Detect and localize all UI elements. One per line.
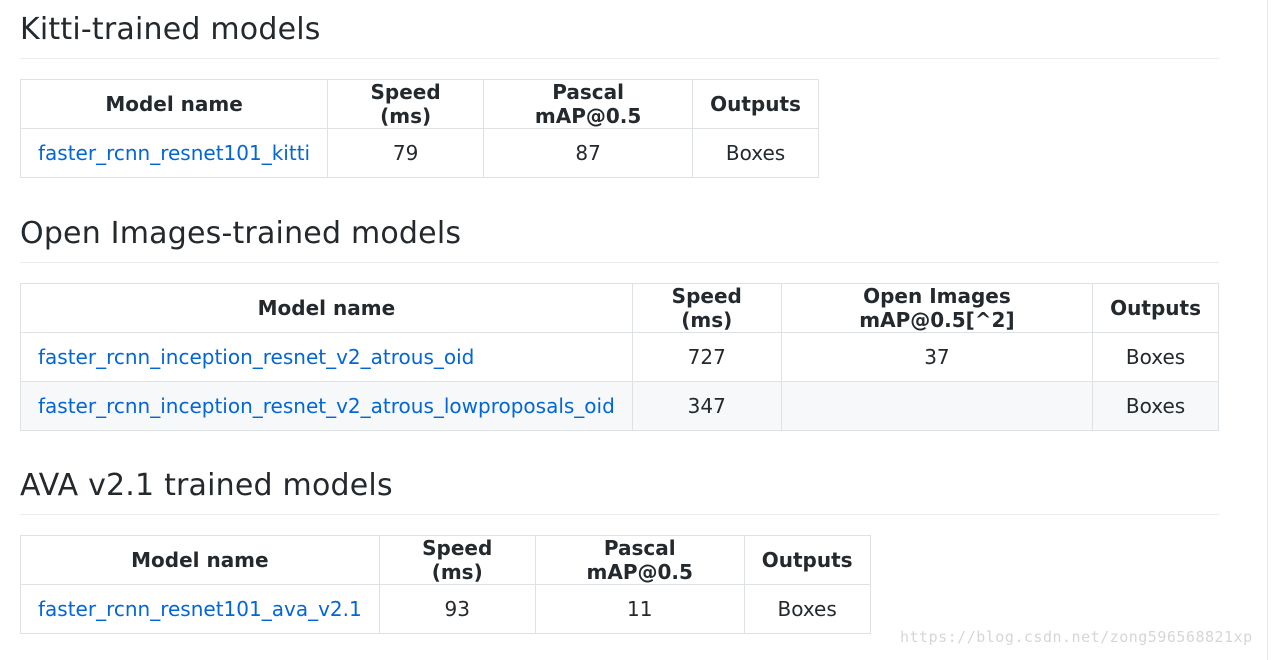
model-link[interactable]: faster_rcnn_inception_resnet_v2_atrous_l… (38, 394, 615, 418)
model-name-cell: faster_rcnn_resnet101_kitti (19, 128, 329, 178)
model-name-cell: faster_rcnn_inception_resnet_v2_atrous_l… (20, 381, 633, 431)
outputs-cell: Boxes (1092, 332, 1219, 382)
model-name-cell: faster_rcnn_inception_resnet_v2_atrous_o… (20, 332, 633, 382)
models-table: Model name Speed (ms) Pascal mAP@0.5 Out… (20, 535, 871, 634)
table-row: faster_rcnn_inception_resnet_v2_atrous_l… (20, 381, 1219, 431)
map-cell: 37 (780, 332, 1094, 382)
speed-cell: 727 (631, 332, 782, 382)
table-header-row: Model name Speed (ms) Pascal mAP@0.5 Out… (19, 79, 819, 129)
speed-cell: 79 (327, 128, 485, 178)
watermark-text: https://blog.csdn.net/zong596568821xp (900, 628, 1253, 646)
map-cell: 11 (534, 584, 745, 634)
column-header: Model name (20, 535, 380, 585)
section-heading: Kitti-trained models (20, 12, 1219, 59)
column-header: Pascal mAP@0.5 (483, 79, 694, 129)
model-link[interactable]: faster_rcnn_resnet101_ava_v2.1 (38, 597, 362, 621)
map-cell (780, 381, 1094, 431)
table-row: faster_rcnn_resnet101_ava_v2.1 93 11 Box… (20, 584, 871, 634)
model-link[interactable]: faster_rcnn_resnet101_kitti (38, 141, 310, 165)
column-header: Pascal mAP@0.5 (534, 535, 745, 585)
column-header: Model name (20, 283, 633, 333)
table-header-row: Model name Speed (ms) Open Images mAP@0.… (20, 283, 1219, 333)
column-header: Outputs (1092, 283, 1219, 333)
section-ava: AVA v2.1 trained models Model name Speed… (20, 468, 1219, 634)
column-header: Speed (ms) (327, 79, 485, 129)
column-header: Speed (ms) (631, 283, 782, 333)
column-header: Outputs (743, 535, 871, 585)
table-row: faster_rcnn_inception_resnet_v2_atrous_o… (20, 332, 1219, 382)
markdown-page: Kitti-trained models Model name Speed (m… (0, 0, 1282, 660)
column-header: Open Images mAP@0.5[^2] (780, 283, 1094, 333)
column-header: Outputs (692, 79, 819, 129)
vertical-scrollbar[interactable] (1267, 0, 1282, 660)
outputs-cell: Boxes (692, 128, 819, 178)
table-header-row: Model name Speed (ms) Pascal mAP@0.5 Out… (20, 535, 871, 585)
speed-cell: 93 (378, 584, 536, 634)
column-header: Speed (ms) (378, 535, 536, 585)
map-cell: 87 (483, 128, 694, 178)
models-table: Model name Speed (ms) Pascal mAP@0.5 Out… (19, 79, 819, 178)
column-header: Model name (19, 79, 329, 129)
model-link[interactable]: faster_rcnn_inception_resnet_v2_atrous_o… (38, 345, 474, 369)
outputs-cell: Boxes (1092, 381, 1219, 431)
speed-cell: 347 (631, 381, 782, 431)
section-heading: AVA v2.1 trained models (20, 468, 1219, 515)
models-table: Model name Speed (ms) Open Images mAP@0.… (20, 283, 1219, 431)
model-name-cell: faster_rcnn_resnet101_ava_v2.1 (20, 584, 380, 634)
section-heading: Open Images-trained models (20, 216, 1219, 263)
section-kitti: Kitti-trained models Model name Speed (m… (19, 12, 1219, 178)
section-open-images: Open Images-trained models Model name Sp… (20, 216, 1219, 431)
table-row: faster_rcnn_resnet101_kitti 79 87 Boxes (19, 128, 819, 178)
outputs-cell: Boxes (743, 584, 871, 634)
